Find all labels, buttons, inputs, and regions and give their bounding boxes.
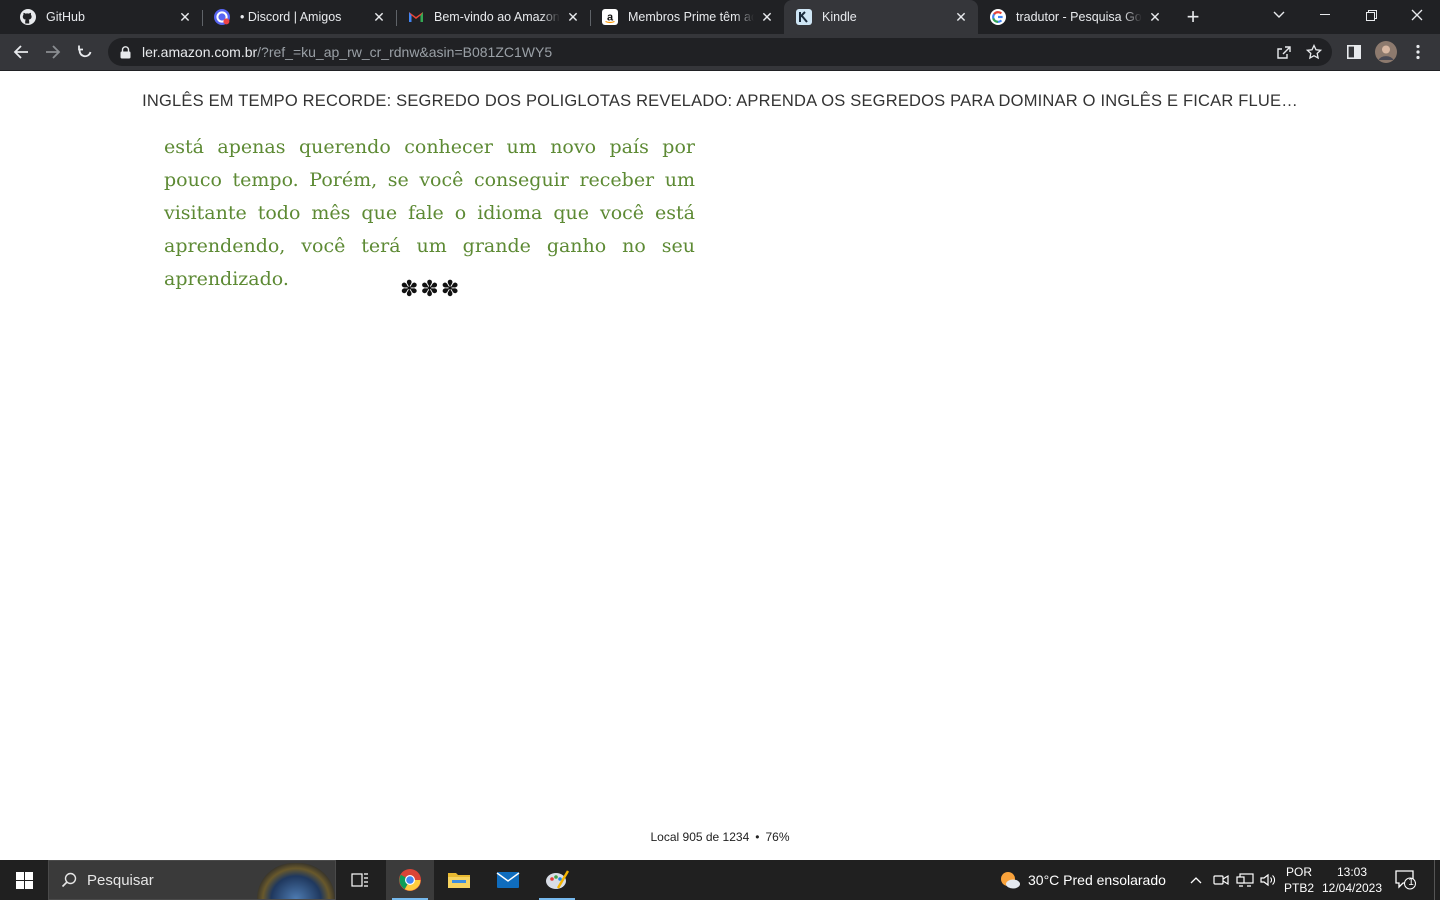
search-icon <box>61 872 77 888</box>
tab-title: Bem-vindo ao Amazon Prime <box>434 10 560 24</box>
avatar-icon <box>1375 41 1397 63</box>
url-text: ler.amazon.com.br/?ref_=ku_ap_rw_cr_rdnw… <box>142 44 552 60</box>
forward-button[interactable] <box>38 37 68 67</box>
back-button[interactable] <box>6 37 36 67</box>
weather-sun-cloud-icon[interactable] <box>998 868 1022 892</box>
paint-palette-icon <box>546 870 570 889</box>
meet-now-icon[interactable] <box>1211 870 1231 890</box>
clock-date: 12/04/2023 <box>1321 881 1383 895</box>
lock-icon <box>120 45 134 59</box>
input-language[interactable]: POR PTB2 <box>1282 864 1316 896</box>
google-icon <box>990 9 1006 25</box>
tab-google[interactable]: tradutor - Pesquisa Google ✕ <box>978 0 1172 34</box>
profile-avatar[interactable] <box>1371 37 1401 67</box>
progress-dot: • <box>755 830 760 844</box>
kindle-icon <box>796 9 812 25</box>
taskbar-paint[interactable] <box>533 860 581 900</box>
discord-icon <box>214 9 230 25</box>
url-path: /?ref_=ku_ap_rw_cr_rdnw&asin=B081ZC1WY5 <box>257 44 553 60</box>
tab-strip: GitHub ✕ • Discord | Amigos ✕ Bem-vindo … <box>0 0 1440 34</box>
book-title[interactable]: INGLÊS EM TEMPO RECORDE: SEGREDO DOS POL… <box>0 92 1440 111</box>
tab-kindle[interactable]: Kindle ✕ <box>784 0 978 34</box>
network-icon[interactable] <box>1235 870 1255 890</box>
tab-gmail[interactable]: Bem-vindo ao Amazon Prime ✕ <box>396 0 590 34</box>
url-domain: ler.amazon.com.br <box>142 44 258 60</box>
system-clock[interactable]: 13:03 12/04/2023 <box>1320 864 1384 896</box>
reading-progress[interactable]: Local 905 de 1234 • 76% <box>0 830 1440 844</box>
tab-title: GitHub <box>46 10 85 24</box>
keyboard-layout: PTB2 <box>1283 881 1314 895</box>
chevron-down-icon <box>1273 11 1285 18</box>
side-panel-icon <box>1347 45 1361 59</box>
tab-discord[interactable]: • Discord | Amigos ✕ <box>202 0 396 34</box>
start-button[interactable] <box>0 860 48 900</box>
share-icon[interactable] <box>1276 44 1292 60</box>
side-panel-button[interactable] <box>1339 37 1369 67</box>
tab-title: tradutor - Pesquisa Google <box>1016 10 1142 24</box>
gmail-icon <box>408 9 424 25</box>
tab-title: Kindle <box>822 10 857 24</box>
new-tab-button[interactable]: + <box>1180 4 1206 30</box>
close-icon[interactable]: ✕ <box>1146 8 1164 26</box>
tab-title: • Discord | Amigos <box>240 10 342 24</box>
search-highlight-image <box>257 863 335 899</box>
browser-menu-button[interactable] <box>1403 37 1433 67</box>
folder-icon <box>448 873 470 888</box>
taskbar-chrome[interactable] <box>386 860 434 900</box>
language-code: POR <box>1285 865 1312 879</box>
location-text: Local 905 de 1234 <box>650 830 750 844</box>
more-vertical-icon <box>1416 44 1420 60</box>
close-icon[interactable]: ✕ <box>758 8 776 26</box>
taskbar-mail[interactable] <box>484 860 532 900</box>
task-view-button[interactable] <box>336 860 384 900</box>
book-paragraph: está apenas querendo conhecer um novo pa… <box>164 136 695 290</box>
tab-amazon[interactable]: a Membros Prime têm acesso ✕ <box>590 0 784 34</box>
windows-taskbar: Pesquisar 30°C Pred ensolarado POR PTB2 <box>0 860 1440 900</box>
progress-percent: 76% <box>765 830 790 844</box>
task-view-icon <box>351 873 368 887</box>
volume-icon[interactable] <box>1258 870 1278 890</box>
bookmark-star-icon[interactable] <box>1306 44 1322 60</box>
chrome-icon <box>399 869 421 891</box>
restore-button[interactable] <box>1348 0 1394 30</box>
notification-badge: 1 <box>1408 877 1414 888</box>
arrow-left-icon <box>13 45 28 59</box>
windows-logo-icon <box>15 871 33 889</box>
chevron-up-icon[interactable] <box>1186 870 1206 890</box>
reload-button[interactable] <box>70 37 100 67</box>
notification-center-button[interactable]: 1 <box>1394 868 1418 892</box>
show-desktop-button[interactable] <box>1434 860 1440 900</box>
search-placeholder: Pesquisar <box>87 871 154 889</box>
weather-text[interactable]: 30°C Pred ensolarado <box>1028 860 1166 900</box>
amazon-icon: a <box>602 9 618 25</box>
mail-icon <box>496 872 520 888</box>
address-bar[interactable]: ler.amazon.com.br/?ref_=ku_ap_rw_cr_rdnw… <box>108 38 1332 66</box>
tab-title: Membros Prime têm acesso <box>628 10 754 24</box>
close-icon[interactable]: ✕ <box>952 8 970 26</box>
minimize-icon <box>1320 14 1330 15</box>
arrow-right-icon <box>46 45 61 59</box>
close-icon[interactable]: ✕ <box>176 8 194 26</box>
minimize-button[interactable] <box>1302 0 1348 30</box>
restore-icon <box>1365 9 1377 21</box>
close-window-button[interactable] <box>1394 0 1440 30</box>
tab-github[interactable]: GitHub ✕ <box>8 0 202 34</box>
close-icon <box>1411 9 1423 21</box>
browser-toolbar: ler.amazon.com.br/?ref_=ku_ap_rw_cr_rdnw… <box>0 34 1440 71</box>
taskbar-search[interactable]: Pesquisar <box>48 860 336 900</box>
clock-time: 13:03 <box>1336 865 1368 879</box>
github-icon <box>20 9 36 25</box>
reload-icon <box>78 45 92 58</box>
taskbar-file-explorer[interactable] <box>435 860 483 900</box>
section-separator: ✽✽✽ <box>400 276 462 301</box>
close-icon[interactable]: ✕ <box>564 8 582 26</box>
tab-search-button[interactable] <box>1256 0 1302 30</box>
close-icon[interactable]: ✕ <box>370 8 388 26</box>
